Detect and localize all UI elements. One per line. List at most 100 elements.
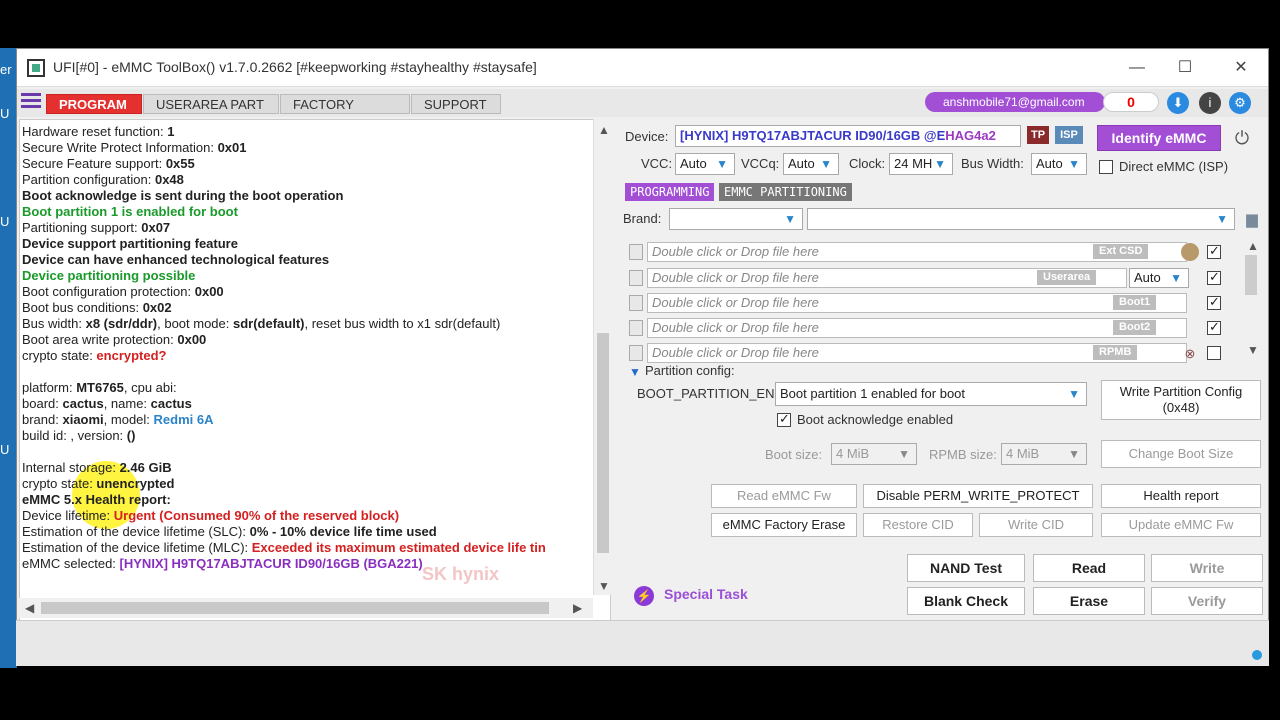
write-cid-button[interactable]: Write CID (979, 513, 1093, 537)
verify-button[interactable]: Verify (1151, 587, 1263, 615)
brand-select[interactable]: ▼ (669, 208, 803, 230)
log-line: Partitioning support: 0x07 (22, 220, 170, 236)
log-line: board: cactus, name: cactus (22, 396, 192, 412)
read-emmc-fw-button[interactable]: Read eMMC Fw (711, 484, 857, 508)
userarea-mode-select[interactable]: Auto ▼ (1129, 268, 1189, 288)
minimize-button[interactable]: — (1123, 55, 1151, 81)
direct-isp-checkbox[interactable] (1099, 160, 1113, 174)
log-vertical-scrollbar[interactable]: ▲ ▼ (593, 119, 611, 595)
special-task-link[interactable]: Special Task (664, 586, 748, 602)
file-list-scroll-down-icon[interactable]: ▼ (1247, 343, 1259, 357)
subtab-emmc-partitioning[interactable]: EMMC PARTITIONING (719, 183, 852, 201)
log-line: Secure Feature support: 0x55 (22, 156, 195, 172)
file-enable-checkbox[interactable] (1207, 319, 1221, 335)
log-line: eMMC selected: [HYNIX] H9TQ17ABJTACUR ID… (22, 556, 423, 572)
device-field[interactable]: [HYNIX] H9TQ17ABJTACUR ID90/16GB @EHAG4a… (675, 125, 1021, 147)
partition-tag: RPMB (1093, 345, 1138, 360)
disable-perm-write-protect-button[interactable]: Disable PERM_WRITE_PROTECT (863, 484, 1093, 508)
folder-icon[interactable]: ▆ (1241, 209, 1263, 231)
log-text: , cpu abi: (123, 380, 177, 395)
power-icon[interactable]: ⏻ (1231, 127, 1253, 149)
file-enable-checkbox[interactable] (1207, 346, 1221, 360)
erase-button[interactable]: Erase (1033, 587, 1145, 615)
log-text: Secure Feature support: (22, 156, 166, 171)
blank-check-button[interactable]: Blank Check (907, 587, 1025, 615)
gear-icon[interactable]: ⚙ (1229, 92, 1251, 114)
log-text: Device partitioning possible (22, 268, 196, 283)
boot-ack-label: Boot acknowledge enabled (797, 412, 954, 427)
close-button[interactable]: ✕ (1227, 55, 1255, 81)
file-list-scroll-thumb[interactable] (1245, 255, 1257, 295)
isp-badge[interactable]: ISP (1055, 126, 1083, 144)
identify-emmc-button[interactable]: Identify eMMC (1097, 125, 1221, 151)
subtab-programming[interactable]: PROGRAMMING (625, 183, 715, 201)
download-icon[interactable]: ⬇ (1167, 92, 1189, 114)
boot-ack-checkbox[interactable] (777, 411, 791, 427)
emmc-factory-erase-button[interactable]: eMMC Factory Erase (711, 513, 857, 537)
update-emmc-fw-button[interactable]: Update eMMC Fw (1101, 513, 1261, 537)
account-email[interactable]: anshmobile71@gmail.com (925, 92, 1105, 112)
health-report-button[interactable]: Health report (1101, 484, 1261, 508)
boot-partition-select[interactable]: Boot partition 1 enabled for boot ▼ (775, 382, 1087, 406)
log-text: 0x07 (141, 220, 171, 235)
tab-factory-image[interactable]: FACTORY IMAGE (280, 94, 410, 132)
tab-support[interactable]: SUPPORT (411, 94, 501, 114)
restore-cid-button[interactable]: Restore CID (863, 513, 973, 537)
nand-test-button[interactable]: NAND Test (907, 554, 1025, 582)
file-enable-checkbox[interactable] (1207, 294, 1221, 310)
lightning-icon[interactable]: ⚡ (634, 586, 654, 606)
bus-width-value: Auto (1036, 156, 1063, 171)
write-partition-config-button[interactable]: Write Partition Config (0x48) (1101, 380, 1261, 420)
scroll-thumb[interactable] (597, 333, 609, 553)
log-text: , model: (103, 412, 154, 427)
model-select[interactable]: ▼ (807, 208, 1235, 230)
scroll-right-icon[interactable]: ▶ (573, 601, 582, 615)
title-bar[interactable]: UFI[#0] - eMMC ToolBox() v1.7.0.2662 [#k… (17, 49, 1268, 87)
partition-tag: Boot2 (1113, 320, 1157, 335)
hamburger-menu-icon[interactable] (21, 93, 41, 111)
desktop-text: U (0, 214, 10, 229)
maximize-button[interactable]: ☐ (1171, 55, 1199, 81)
log-text: Redmi 6A (153, 412, 214, 427)
log-horizontal-scrollbar[interactable]: ◀ ▶ (19, 598, 593, 618)
log-text: 0x02 (142, 300, 172, 315)
vcc-select[interactable]: Auto ▼ (675, 153, 735, 175)
chevron-down-icon: ▼ (784, 212, 796, 226)
ext-csd-info-icon[interactable] (1181, 243, 1199, 261)
file-list-scroll-up-icon[interactable]: ▲ (1247, 239, 1259, 253)
bus-width-select[interactable]: Auto ▼ (1031, 153, 1087, 175)
chevron-down-icon: ▼ (820, 157, 832, 171)
boot-partition-en-label: BOOT_PARTITION_EN (637, 386, 775, 401)
change-boot-size-button[interactable]: Change Boot Size (1101, 440, 1261, 468)
log-text: Partitioning support: (22, 220, 142, 235)
clock-select[interactable]: 24 MH ▼ (889, 153, 953, 175)
log-panel[interactable]: Hardware reset function: 1 Secure Write P… (19, 119, 611, 621)
vccq-select[interactable]: Auto ▼ (783, 153, 839, 175)
collapse-icon[interactable]: ▼ (629, 365, 641, 379)
scroll-thumb[interactable] (41, 602, 549, 614)
scroll-up-icon[interactable]: ▲ (598, 123, 610, 137)
log-text: platform: (22, 380, 77, 395)
scroll-left-icon[interactable]: ◀ (25, 601, 34, 615)
file-enable-checkbox[interactable] (1207, 243, 1221, 259)
rpmb-size-select[interactable]: 4 MiB ▼ (1001, 443, 1087, 465)
info-icon[interactable]: i (1199, 92, 1221, 114)
tab-program[interactable]: PROGRAM (46, 94, 142, 114)
file-enable-checkbox[interactable] (1207, 269, 1221, 285)
log-line: platform: MT6765, cpu abi: (22, 380, 177, 396)
boot-size-select[interactable]: 4 MiB ▼ (831, 443, 917, 465)
log-text: () (126, 428, 136, 443)
scroll-down-icon[interactable]: ▼ (598, 579, 610, 593)
log-text: Exceeded its maximum estimated device li… (251, 540, 546, 555)
log-text: Boot area write protection: (22, 332, 178, 347)
file-drop-field[interactable]: Double click or Drop file here (647, 293, 1187, 313)
tp-badge[interactable]: TP (1027, 126, 1049, 144)
log-text: Device support partitioning feature (22, 236, 238, 251)
write-button[interactable]: Write (1151, 554, 1263, 582)
file-drop-field[interactable]: Double click or Drop file here (647, 318, 1187, 338)
chevron-down-icon: ▼ (898, 447, 910, 461)
rpmb-key-icon[interactable]: ⊗ (1181, 343, 1199, 361)
read-button[interactable]: Read (1033, 554, 1145, 582)
tab-userarea-part[interactable]: USERAREA PART (143, 94, 279, 114)
file-icon (629, 270, 643, 286)
